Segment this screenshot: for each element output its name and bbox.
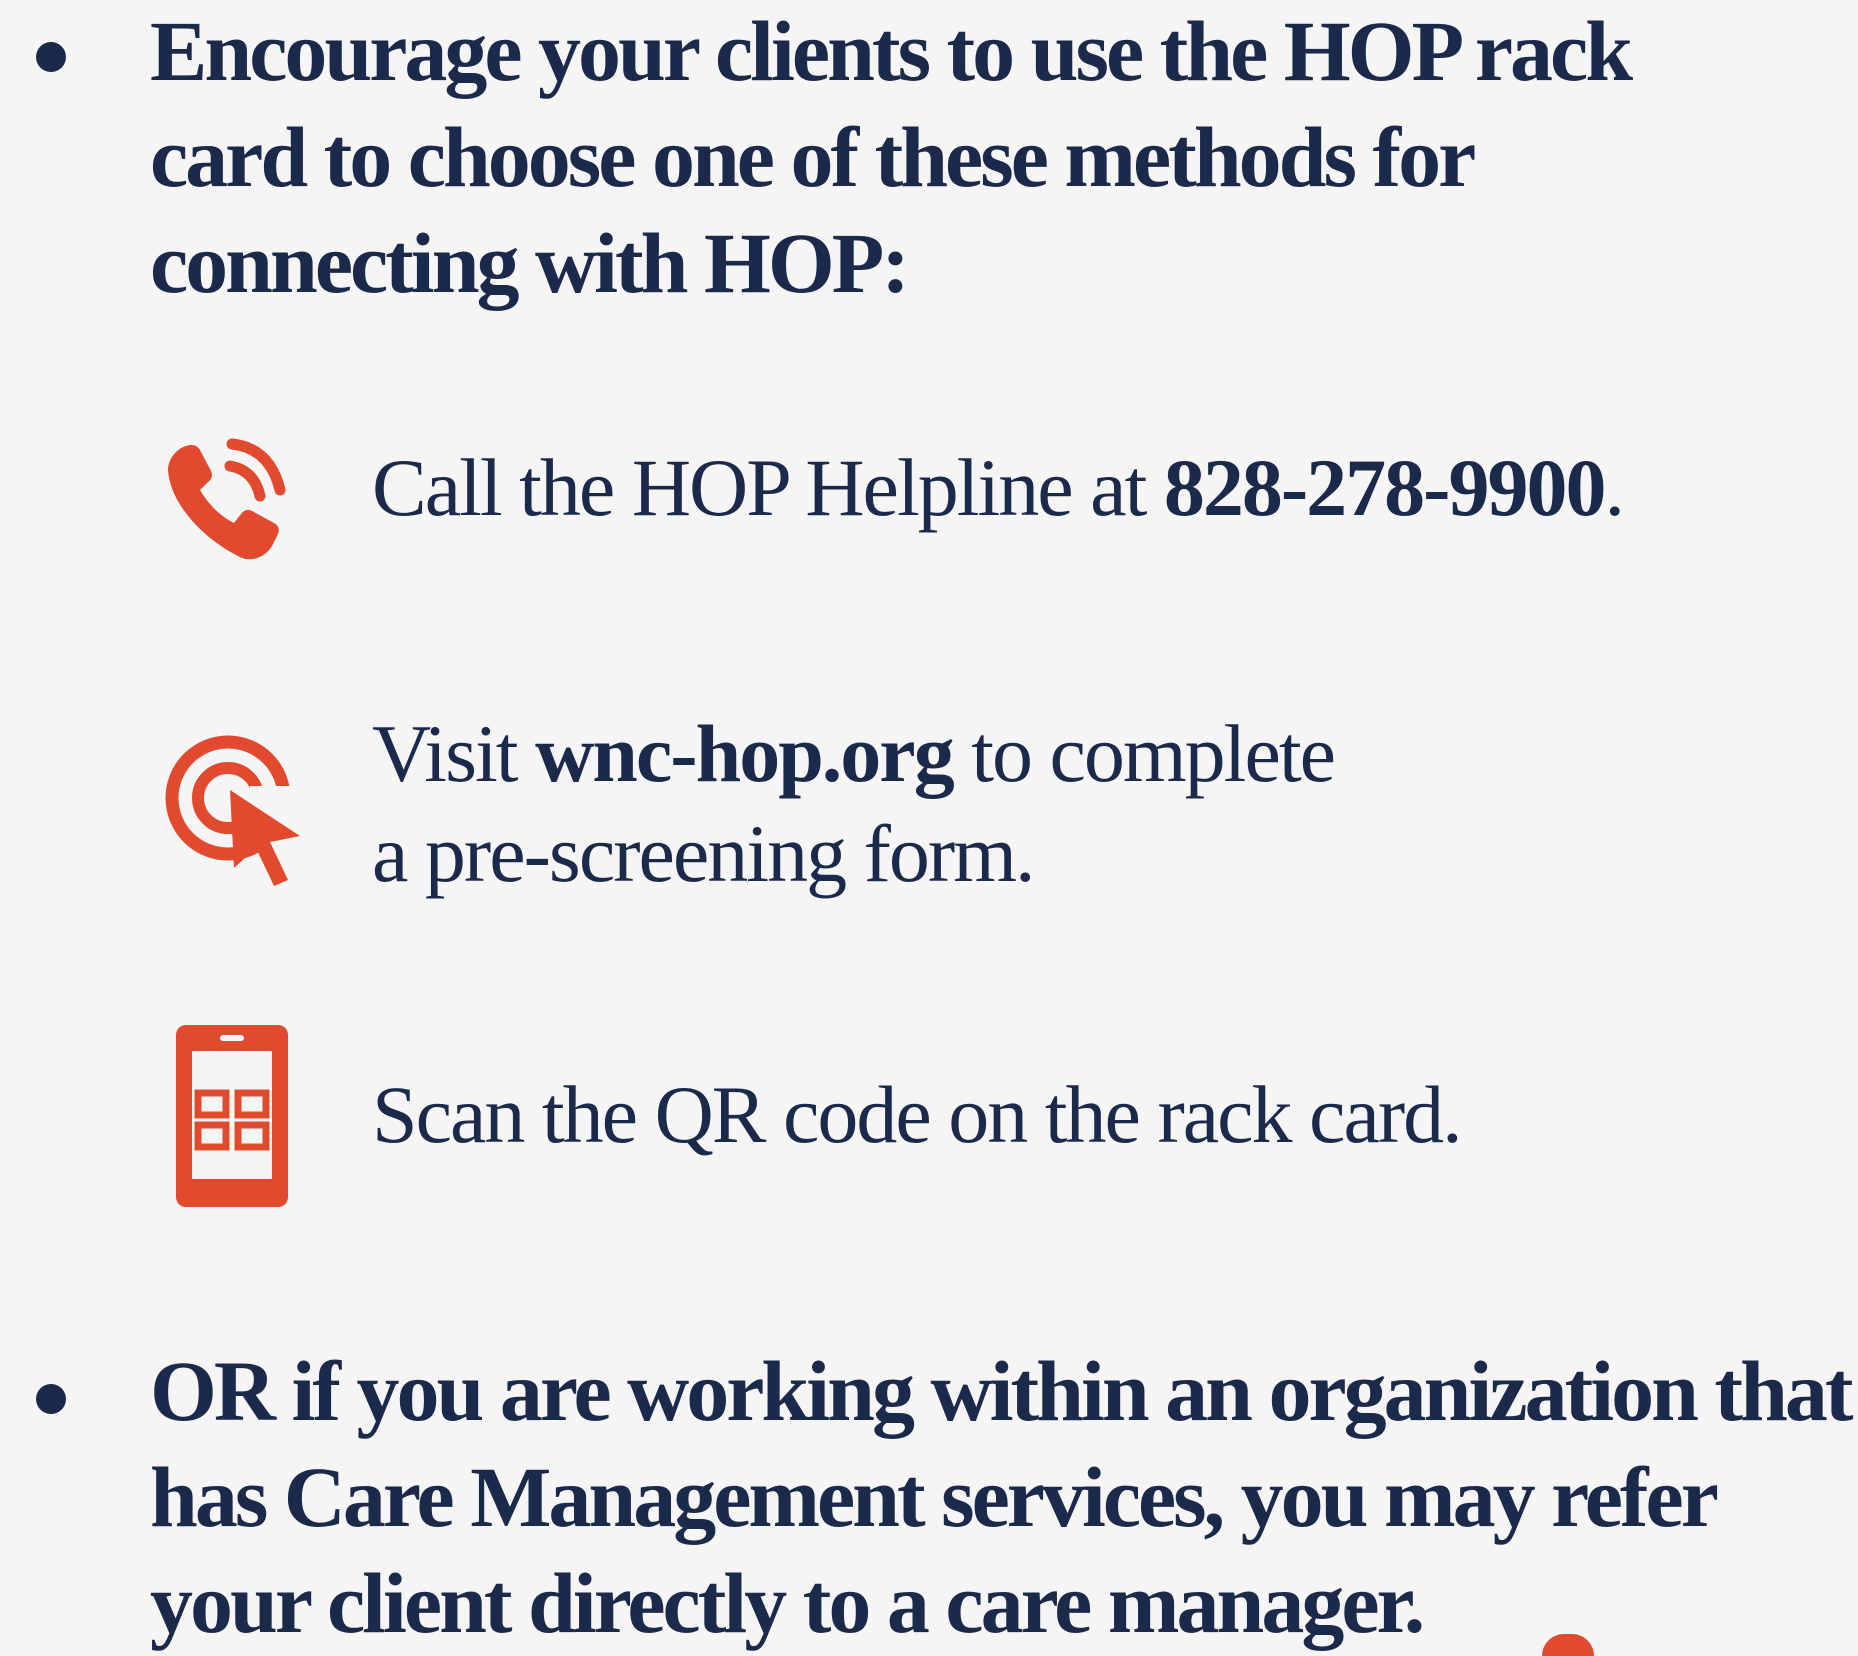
- bullet-line: OR if you are working within an organiza…: [150, 1343, 1854, 1439]
- click-target-icon: [150, 718, 320, 903]
- method-scan-qr: Scan the QR code on the rack card.: [150, 1015, 1830, 1215]
- visit-line-2: a pre-screening form.: [372, 808, 1036, 899]
- visit-suffix: to complete: [952, 708, 1336, 799]
- method-call-helpline: Call the HOP Helpline at 828-278-9900.: [150, 410, 1830, 590]
- phone-icon: [150, 418, 310, 583]
- bullet-line: connecting with HOP:: [150, 215, 910, 311]
- method-visit-website: Visit wnc-hop.org to complete a pre-scre…: [150, 700, 1830, 920]
- visit-line-1: Visit wnc-hop.org to complete: [372, 704, 1336, 804]
- method-scan-text: Scan the QR code on the rack card.: [372, 1069, 1463, 1160]
- bullet-line: your client directly to a care manager.: [150, 1555, 1425, 1651]
- bullet-dot: [36, 1384, 66, 1414]
- bullet-encourage-clients: Encourage your clients to use the HOP ra…: [150, 0, 1633, 316]
- bullet-line: has Care Management services, you may re…: [150, 1449, 1719, 1545]
- tablet-qr-icon: [172, 1021, 292, 1216]
- visit-prefix: Visit: [372, 708, 536, 799]
- bullet-line: card to choose one of these methods for: [150, 109, 1476, 205]
- website-link: wnc-hop.org: [535, 708, 955, 799]
- method-call-text: Call the HOP Helpline at 828-278-9900.: [372, 438, 1625, 538]
- call-suffix: .: [1604, 442, 1625, 533]
- bullet-care-management: OR if you are working within an organiza…: [150, 1338, 1854, 1656]
- method-visit-text: Visit wnc-hop.org to complete a pre-scre…: [372, 704, 1336, 904]
- bullet-line: Encourage your clients to use the HOP ra…: [150, 3, 1633, 99]
- helpline-number: 828-278-9900: [1163, 442, 1607, 533]
- bullet-dot: [36, 42, 66, 72]
- hop-connect-instructions: Encourage your clients to use the HOP ra…: [0, 0, 1858, 1656]
- call-prefix: Call the HOP Helpline at: [372, 442, 1164, 533]
